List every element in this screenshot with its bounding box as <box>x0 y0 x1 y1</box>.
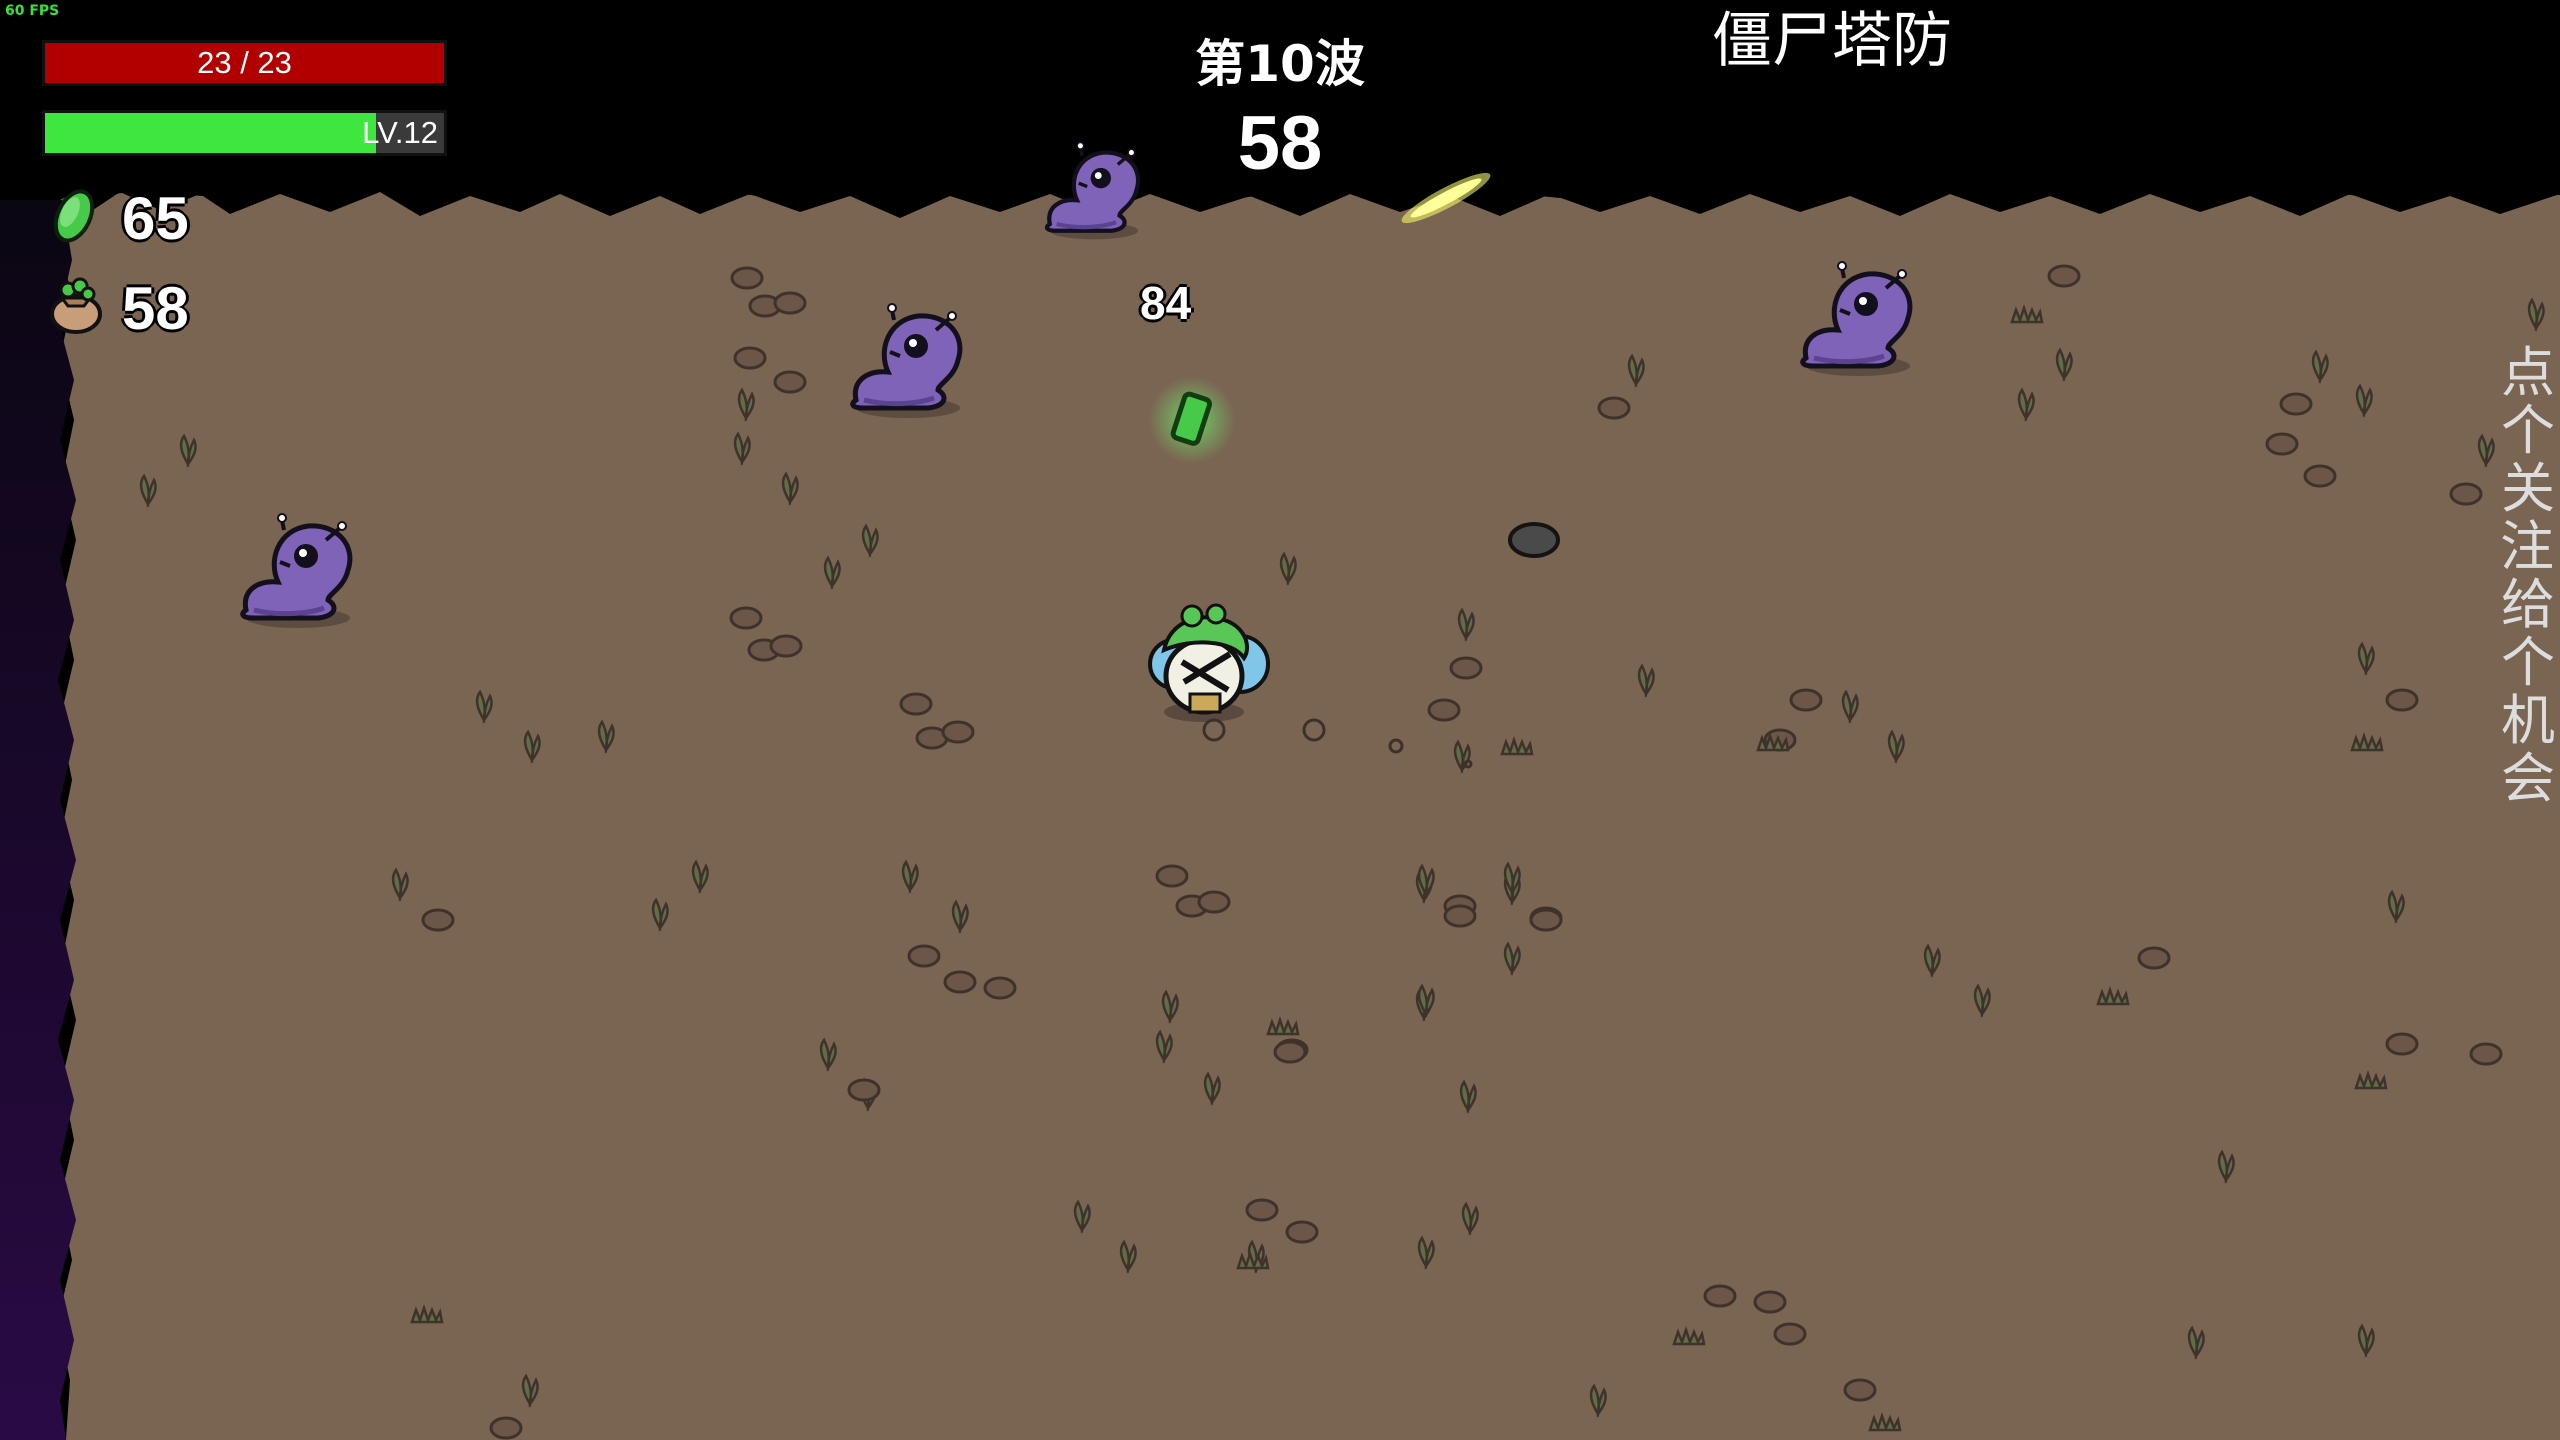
game-arena <box>0 0 2560 1440</box>
bag-value: 58 <box>122 275 189 342</box>
green-material-icon <box>53 189 95 243</box>
side-message: 点个关注，给个机会 <box>2500 341 2560 810</box>
dark-rock <box>1508 522 1560 558</box>
floating-damage-number: 84 <box>1140 277 1192 329</box>
game-title: 僵尸塔防 <box>1712 6 1952 76</box>
wave-label: 第10波 <box>1195 35 1365 93</box>
materials-value: 65 <box>122 185 189 252</box>
arena-left-edge <box>0 200 76 1440</box>
material-bag-icon <box>50 277 102 334</box>
green-material-pickup <box>1148 376 1236 464</box>
wave-timer: 58 <box>1237 101 1323 186</box>
health-bar: 23 / 23 <box>42 40 447 86</box>
health-text: 23 / 23 <box>197 45 292 80</box>
level-text: LV.12 <box>362 115 438 150</box>
experience-bar: LV.12 <box>42 110 447 156</box>
arena-ground <box>58 188 2560 1440</box>
experience-fill <box>45 113 377 153</box>
fps-counter: 60 FPS <box>5 3 60 19</box>
